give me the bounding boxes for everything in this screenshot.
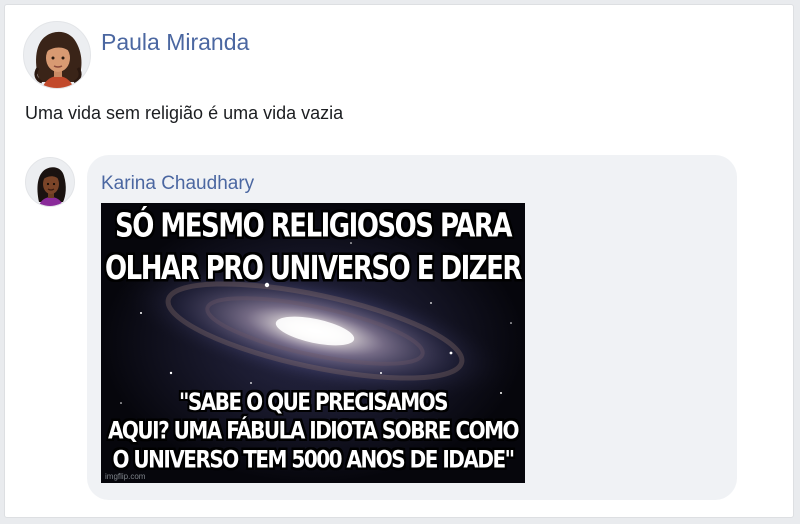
comment-bubble: Karina Chaudhary SÓ MESMO RELIGIOSOS PAR… — [87, 155, 737, 500]
meme-top-text: Só mesmo religiosos para olhar pro unive… — [105, 207, 522, 288]
post-card: Paula Miranda Uma vida sem religião é um… — [4, 4, 794, 518]
meme-image[interactable]: Só mesmo religiosos para olhar pro unive… — [101, 203, 525, 483]
avatar[interactable] — [23, 21, 91, 89]
woman-avatar-icon — [37, 167, 66, 206]
comment-avatar[interactable] — [25, 157, 75, 207]
woman-avatar-icon — [34, 31, 82, 88]
meme-bottom-text: "Sabe o que precisamos aqui? Uma fábula … — [107, 387, 520, 474]
post-text: Uma vida sem religião é uma vida vazia — [25, 103, 344, 123]
post-author-name[interactable]: Paula Miranda — [101, 29, 249, 56]
comment-author-name[interactable]: Karina Chaudhary — [101, 173, 254, 195]
meme-watermark: imgflip.com — [105, 472, 146, 481]
